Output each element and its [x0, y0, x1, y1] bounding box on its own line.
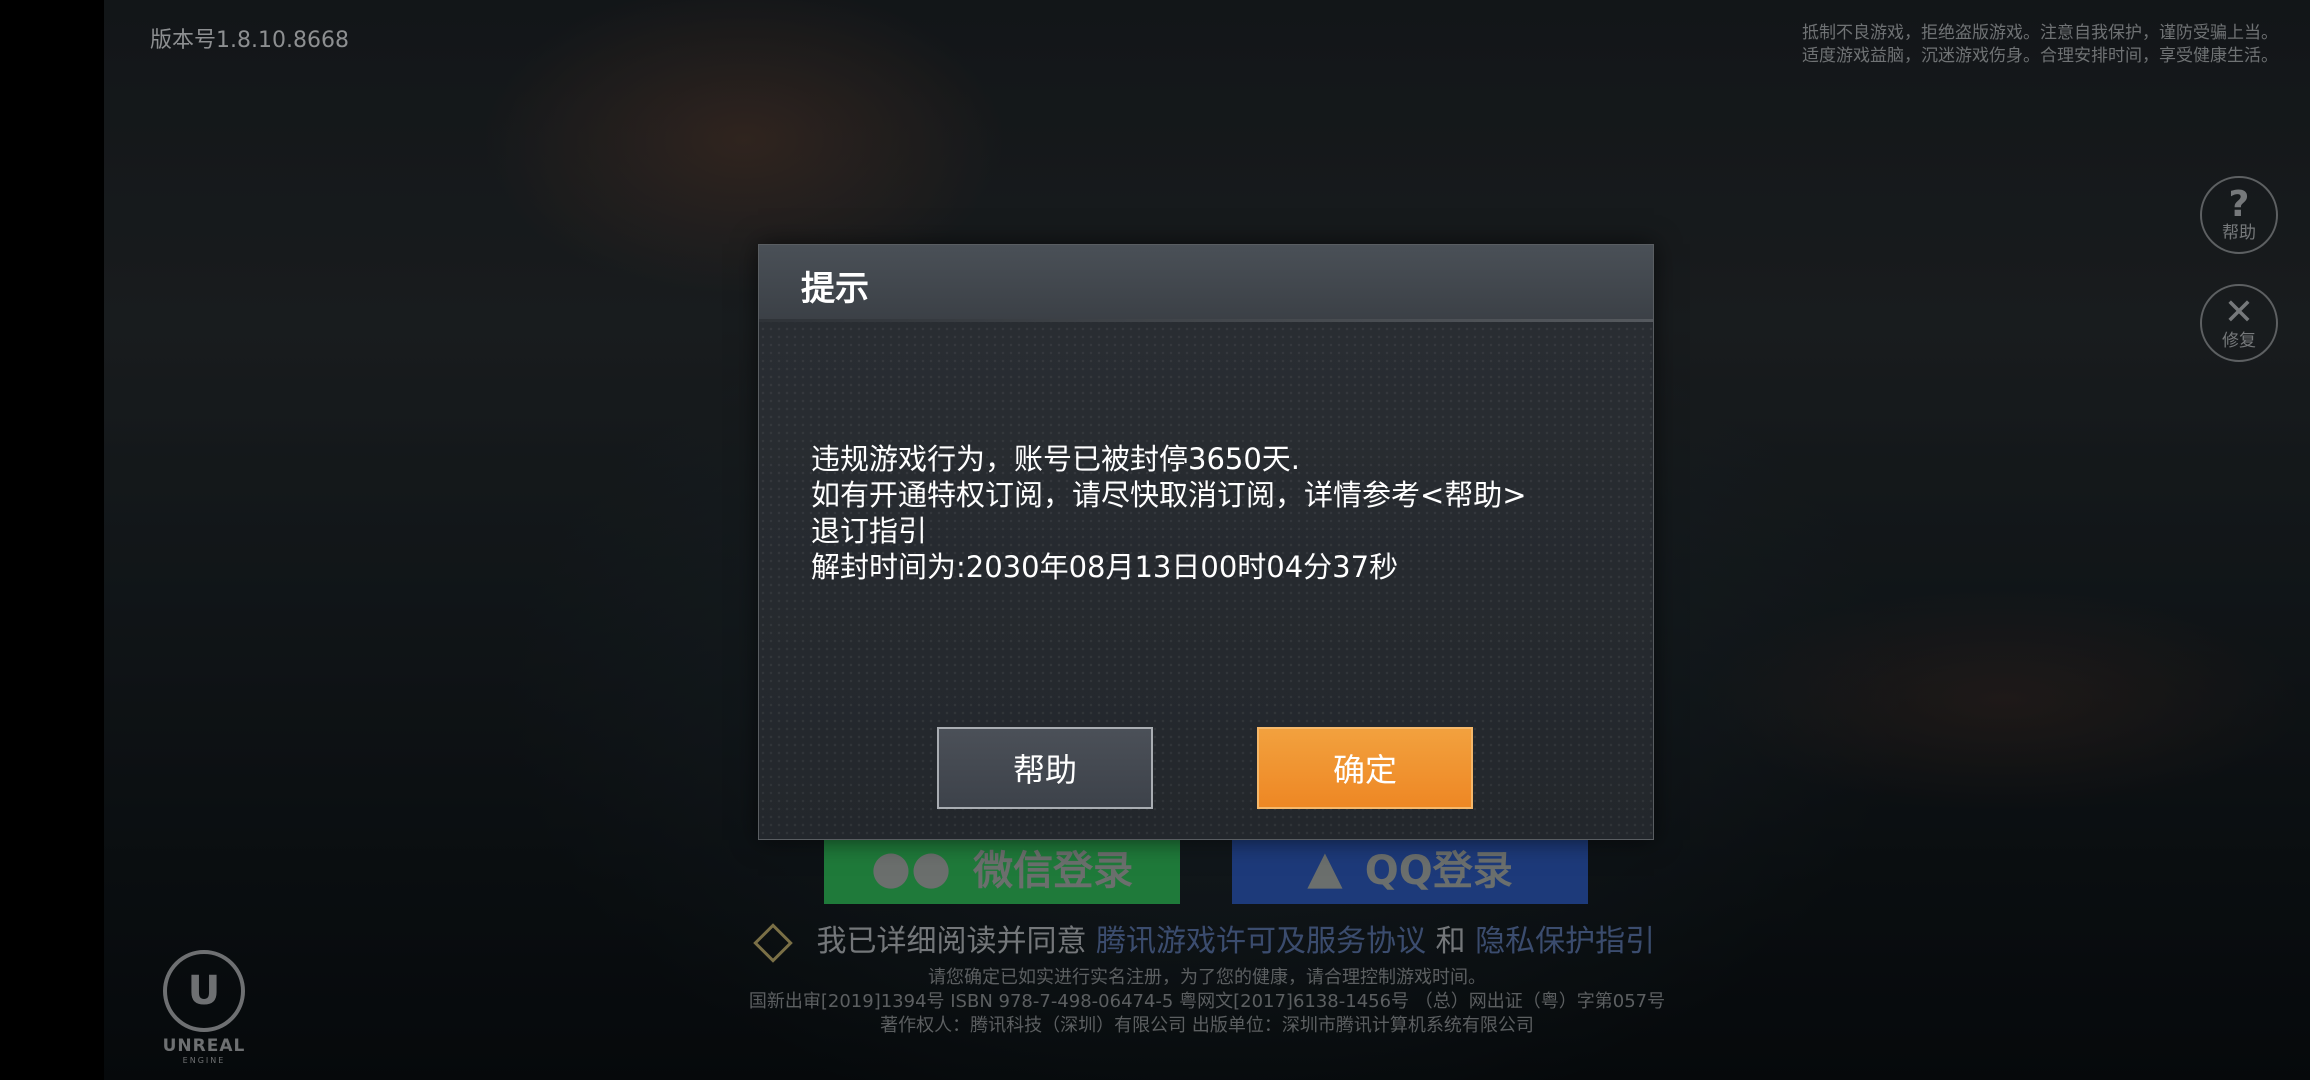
qq-login-button[interactable]: ▲ QQ登录 — [1232, 830, 1588, 904]
repair-side-label: 修复 — [2222, 331, 2256, 351]
agreement-middle: 和 — [1435, 924, 1466, 959]
dialog-help-button[interactable]: 帮助 — [937, 727, 1153, 809]
version-label: 版本号1.8.10.8668 — [150, 28, 349, 53]
dialog-message-line: 违规游戏行为，账号已被封停3650天. — [811, 442, 1301, 476]
qq-login-label: QQ登录 — [1364, 848, 1513, 894]
health-notice: 抵制不良游戏，拒绝盗版游戏。注意自我保护，谨防受骗上当。 适度游戏益脑，沉迷游戏… — [1802, 22, 2278, 68]
wechat-login-label: 微信登录 — [973, 848, 1134, 894]
help-side-label: 帮助 — [2222, 223, 2256, 243]
qq-penguin-icon: ▲ — [1307, 840, 1343, 894]
wechat-icon: ●● — [870, 840, 952, 894]
footer-line: 国新出审[2019]1394号 ISBN 978-7-498-06474-5 粤… — [748, 991, 1666, 1012]
agreement-row: 我已详细阅读并同意 腾讯游戏许可及服务协议 和 隐私保护指引 — [104, 916, 2310, 963]
dialog-message-line: 解封时间为:2030年08月13日00时04分37秒 — [811, 550, 1399, 584]
legal-footer: 请您确定已如实进行实名注册，为了您的健康，请合理控制游戏时间。 国新出审[201… — [104, 966, 2310, 1038]
unreal-logo-sub: ENGINE — [182, 1056, 226, 1065]
footer-line: 著作权人：腾讯科技（深圳）有限公司 出版单位：深圳市腾讯计算机系统有限公司 — [880, 1015, 1534, 1036]
ban-notice-dialog: 提示 违规游戏行为，账号已被封停3650天. 如有开通特权订阅，请尽快取消订阅，… — [758, 244, 1654, 840]
dialog-title: 提示 — [801, 269, 869, 309]
wrench-icon: ✕ — [2223, 292, 2255, 333]
unreal-logo-name: UNREAL — [162, 1036, 246, 1056]
unreal-engine-logo: U UNREAL ENGINE — [162, 950, 246, 1065]
health-notice-line: 适度游戏益脑，沉迷游戏伤身。合理安排时间，享受健康生活。 — [1802, 46, 2278, 66]
license-agreement-link[interactable]: 腾讯游戏许可及服务协议 — [1096, 924, 1426, 959]
agreement-checkbox[interactable] — [753, 922, 793, 963]
agreement-prefix: 我已详细阅读并同意 — [816, 924, 1087, 959]
dialog-message: 违规游戏行为，账号已被封停3650天. 如有开通特权订阅，请尽快取消订阅，详情参… — [811, 441, 1631, 585]
unreal-logo-icon: U — [163, 950, 245, 1032]
repair-side-button[interactable]: ✕ 修复 — [2200, 284, 2278, 362]
help-side-button[interactable]: ? 帮助 — [2200, 176, 2278, 254]
wechat-login-button[interactable]: ●● 微信登录 — [824, 830, 1180, 904]
health-notice-line: 抵制不良游戏，拒绝盗版游戏。注意自我保护，谨防受骗上当。 — [1802, 23, 2278, 43]
privacy-guide-link[interactable]: 隐私保护指引 — [1475, 924, 1655, 959]
footer-line: 请您确定已如实进行实名注册，为了您的健康，请合理控制游戏时间。 — [928, 967, 1486, 988]
dialog-confirm-button[interactable]: 确定 — [1257, 727, 1473, 809]
dialog-message-line: 退订指引 — [811, 514, 928, 548]
dialog-header: 提示 — [759, 245, 1653, 322]
dialog-message-line: 如有开通特权订阅，请尽快取消订阅，详情参考<帮助> — [811, 478, 1527, 512]
question-icon: ? — [2228, 184, 2250, 225]
